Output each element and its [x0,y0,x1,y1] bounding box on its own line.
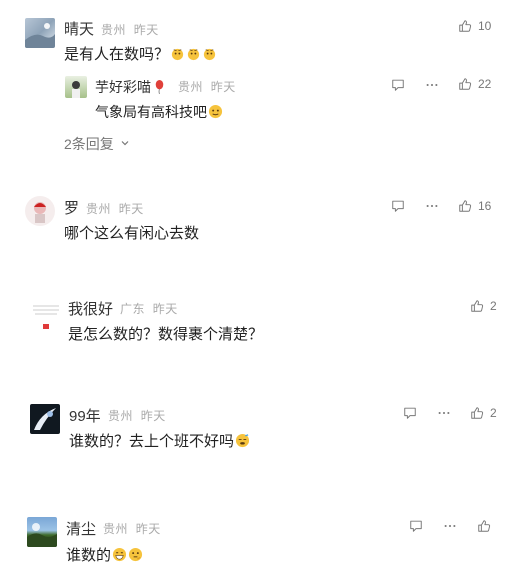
timestamp: 昨天 [118,202,144,216]
thumb-up-icon [459,78,472,90]
comment-text: 谁数的 [66,544,143,565]
more-dots-icon [438,411,450,415]
like-count: 2 [490,299,497,313]
reply-button[interactable] [390,77,406,93]
location: 贵州 [103,522,129,536]
username[interactable]: 晴天 [64,18,94,39]
comment-meta: 贵州 昨天 [178,78,236,95]
timestamp: 昨天 [210,80,236,94]
emoji-icon [187,48,200,61]
location: 贵州 [86,202,112,216]
emoji-icon [112,547,127,562]
avatar[interactable] [65,76,87,98]
comment-text: 气象局有高科技吧 [95,102,223,122]
emoji-icon [128,547,143,562]
comment-icon [392,79,404,91]
comment-icon [410,520,422,532]
comment-text: 谁数的？去上个班不好吗 [69,430,250,451]
expand-replies-button[interactable]: 2条回复 [64,134,130,154]
timestamp: 昨天 [133,23,159,37]
location: 贵州 [178,80,204,94]
username[interactable]: 芋好彩喵 [95,77,167,97]
thumb-up-icon [471,407,484,419]
more-dots-icon [444,524,456,528]
more-dots-icon [426,83,438,87]
thumb-up-icon [478,520,491,532]
thumb-up-icon [471,300,484,312]
comment-meta: 贵州 昨天 [86,200,144,217]
chevron-down-icon [121,141,129,146]
comment-text: 哪个这么有闲心去数 [64,225,200,242]
username[interactable]: 99年 [69,405,101,426]
thumb-up-icon [459,200,472,212]
comment-meta: 贵州 昨天 [101,21,159,38]
more-button[interactable] [442,518,458,534]
reply-button[interactable] [390,198,406,214]
comment-text: 是怎么数的？数得裹个清楚？ [68,326,264,343]
avatar[interactable] [25,196,55,226]
reply-button[interactable] [402,405,418,421]
comment-meta: 贵州 昨天 [103,520,161,537]
emoji-icon [208,104,223,119]
more-button[interactable] [424,77,440,93]
like-count: 22 [478,77,492,91]
avatar[interactable] [25,18,55,48]
username[interactable]: 我很好 [68,298,113,319]
timestamp: 昨天 [135,522,161,536]
balloon-icon [155,79,164,94]
location: 贵州 [108,409,134,423]
location: 广东 [120,302,146,316]
like-button[interactable]: 2 [470,299,497,313]
more-button[interactable] [424,198,440,214]
avatar[interactable] [31,298,61,334]
reply-button[interactable] [408,518,424,534]
more-dots-icon [426,204,438,208]
like-count: 16 [478,199,492,213]
comment-text: 是有人在数吗？ [64,43,217,64]
like-button[interactable]: 16 [458,199,491,213]
username[interactable]: 罗 [64,197,79,218]
like-count: 10 [478,19,492,33]
more-button[interactable] [436,405,452,421]
comment-meta: 广东 昨天 [120,300,178,317]
comment-icon [392,200,404,212]
timestamp: 昨天 [152,302,178,316]
location: 贵州 [101,23,127,37]
comment-icon [404,407,416,419]
emoji-icon [171,48,184,61]
timestamp: 昨天 [140,409,166,423]
emoji-icon [235,433,250,448]
like-button[interactable]: 22 [458,77,491,91]
avatar[interactable] [27,517,57,547]
like-button[interactable] [477,519,491,533]
emoji-icon [203,48,216,61]
thumb-up-icon [459,20,472,32]
username[interactable]: 清尘 [66,518,96,539]
avatar[interactable] [30,404,60,434]
comment-meta: 贵州 昨天 [108,407,166,424]
like-count: 2 [490,406,497,420]
like-button[interactable]: 10 [458,19,491,33]
like-button[interactable]: 2 [470,406,497,420]
